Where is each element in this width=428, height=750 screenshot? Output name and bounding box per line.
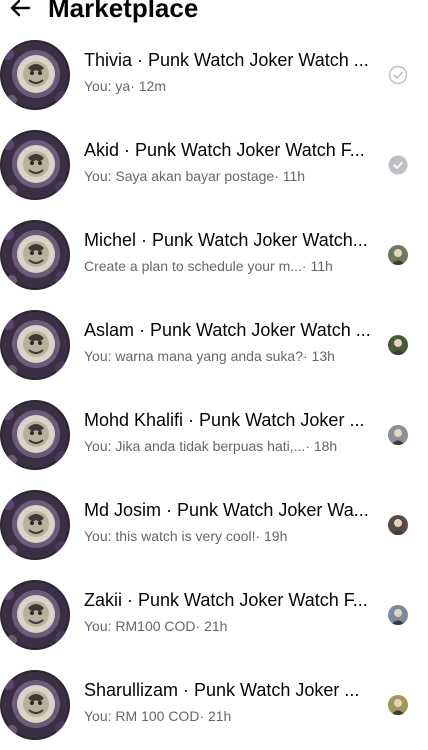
seen-avatar-icon <box>388 605 408 625</box>
seen-avatar-icon <box>388 245 408 265</box>
product-thumbnail <box>0 670 70 740</box>
conversation-preview: You: RM 100 COD · 21h <box>84 707 376 725</box>
last-message: You: ya <box>84 78 131 94</box>
conversation-row[interactable]: Akid · Punk Watch Joker Watch F... You: … <box>0 120 428 210</box>
conversation-title: Zakii · Punk Watch Joker Watch F... <box>84 590 368 610</box>
product-thumbnail <box>0 220 70 290</box>
conversation-title: Akid · Punk Watch Joker Watch F... <box>84 140 365 160</box>
message-time: · 13h <box>302 348 335 364</box>
conversation-title: Mohd Khalifi · Punk Watch Joker ... <box>84 410 365 430</box>
seen-avatar-icon <box>388 335 408 355</box>
read-status <box>388 245 408 265</box>
read-status <box>388 695 408 715</box>
product-thumbnail <box>0 310 70 380</box>
page-title: Marketplace <box>48 0 199 23</box>
product-thumbnail <box>0 580 70 650</box>
message-time: · 21h <box>199 708 232 724</box>
product-thumbnail <box>0 130 70 200</box>
message-time: · 11h <box>274 168 306 184</box>
conversation-title: Sharullizam · Punk Watch Joker ... <box>84 680 360 700</box>
read-status <box>388 605 408 625</box>
read-status <box>388 335 408 355</box>
conversation-row[interactable]: Mohd Khalifi · Punk Watch Joker ... You:… <box>0 390 428 480</box>
product-thumbnail <box>0 40 70 110</box>
conversation-preview: You: RM100 COD · 21h <box>84 617 376 635</box>
last-message: You: this watch is very cool! <box>84 528 256 544</box>
message-time: · 18h <box>305 438 338 454</box>
read-status <box>388 425 408 445</box>
conversation-row[interactable]: Thivia · Punk Watch Joker Watch ... You:… <box>0 30 428 120</box>
last-message: You: RM 100 COD <box>84 708 200 724</box>
conversation-title: Michel · Punk Watch Joker Watch... <box>84 230 368 250</box>
last-message: You: Saya akan bayar postage <box>84 168 275 184</box>
message-time: · 11h <box>301 258 333 274</box>
conversation-preview: You: Saya akan bayar postage · 11h <box>84 167 376 185</box>
conversation-preview: You: Jika anda tidak berpuas hati,... · … <box>84 437 376 455</box>
conversation-row[interactable]: Michel · Punk Watch Joker Watch... Creat… <box>0 210 428 300</box>
conversation-list: Thivia · Punk Watch Joker Watch ... You:… <box>0 30 428 750</box>
header: Marketplace <box>0 0 428 30</box>
product-thumbnail <box>0 400 70 470</box>
message-time: · 21h <box>195 618 228 634</box>
back-button[interactable] <box>6 0 34 22</box>
conversation-title: Thivia · Punk Watch Joker Watch ... <box>84 50 369 70</box>
seen-avatar-icon <box>388 695 408 715</box>
conversation-title: Aslam · Punk Watch Joker Watch ... <box>84 320 371 340</box>
arrow-left-icon <box>10 0 31 17</box>
conversation-preview: You: ya · 12m <box>84 77 376 95</box>
conversation-preview: You: warna mana yang anda suka? · 13h <box>84 347 376 365</box>
conversation-title: Md Josim · Punk Watch Joker Wa... <box>84 500 369 520</box>
conversation-row[interactable]: Md Josim · Punk Watch Joker Wa... You: t… <box>0 480 428 570</box>
seen-avatar-icon <box>388 515 408 535</box>
product-thumbnail <box>0 490 70 560</box>
message-time: · 19h <box>255 528 288 544</box>
conversation-row[interactable]: Aslam · Punk Watch Joker Watch ... You: … <box>0 300 428 390</box>
read-status <box>388 155 408 175</box>
last-message: You: warna mana yang anda suka? <box>84 348 303 364</box>
message-time: · 12m <box>130 78 166 94</box>
read-status <box>388 65 408 85</box>
last-message: Create a plan to schedule your m... <box>84 258 302 274</box>
conversation-row[interactable]: Zakii · Punk Watch Joker Watch F... You:… <box>0 570 428 660</box>
conversation-row[interactable]: Sharullizam · Punk Watch Joker ... You: … <box>0 660 428 750</box>
read-status <box>388 515 408 535</box>
conversation-preview: You: this watch is very cool! · 19h <box>84 527 376 545</box>
sent-outline-check-icon <box>388 65 408 85</box>
sent-filled-check-icon <box>388 155 408 175</box>
conversation-preview: Create a plan to schedule your m... · 11… <box>84 257 376 275</box>
last-message: You: Jika anda tidak berpuas hati,... <box>84 438 306 454</box>
seen-avatar-icon <box>388 425 408 445</box>
last-message: You: RM100 COD <box>84 618 196 634</box>
